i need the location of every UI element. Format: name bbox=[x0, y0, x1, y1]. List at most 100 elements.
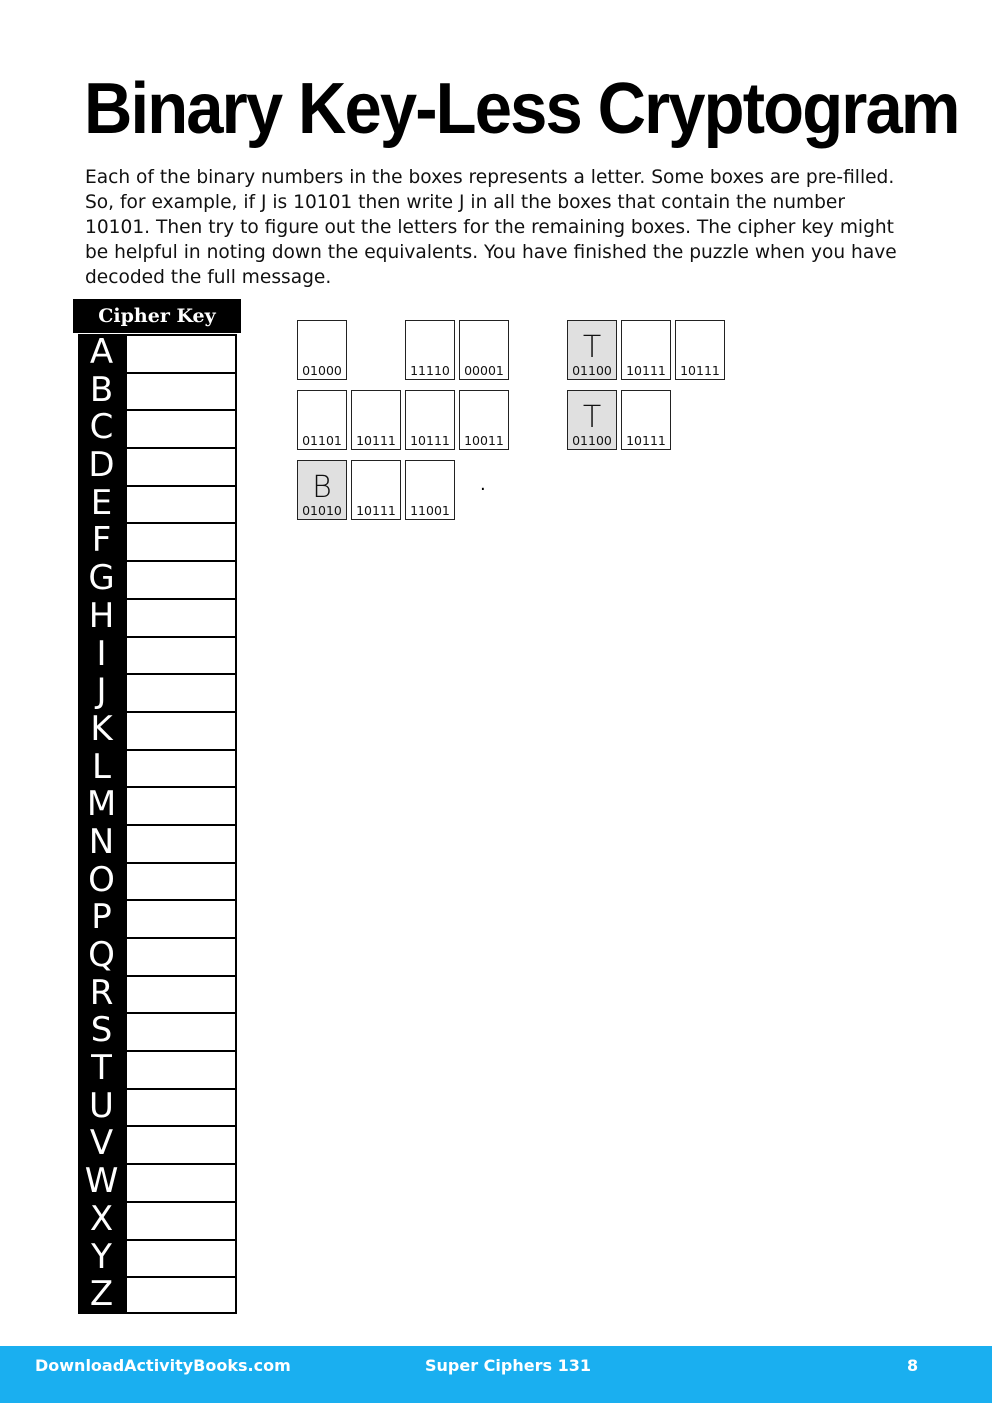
cipher-key-row: I bbox=[78, 635, 237, 674]
puzzle-cell-prefilled: T 01100 bbox=[567, 390, 617, 450]
puzzle-cell[interactable]: 00001 bbox=[459, 320, 509, 380]
puzzle-cell[interactable]: 11001 bbox=[405, 460, 455, 520]
cipher-key-letter: Y bbox=[78, 1238, 125, 1277]
cipher-key-letter: T bbox=[78, 1049, 125, 1088]
cipher-key-letter: V bbox=[78, 1125, 125, 1164]
footer: DownloadActivityBooks.com Super Ciphers … bbox=[0, 1346, 992, 1403]
cipher-key-answer-box[interactable] bbox=[125, 1200, 237, 1239]
puzzle-cell[interactable]: 10111 bbox=[621, 390, 671, 450]
cipher-key-letter: B bbox=[78, 371, 125, 410]
cipher-key-row: X bbox=[78, 1200, 237, 1239]
cipher-key-row: U bbox=[78, 1087, 237, 1126]
cipher-key-answer-box[interactable] bbox=[125, 899, 237, 937]
cipher-key-answer-box[interactable] bbox=[125, 447, 237, 485]
cipher-key-letter: M bbox=[78, 786, 125, 824]
puzzle-cell[interactable]: 10111 bbox=[675, 320, 725, 380]
cipher-key-row: K bbox=[78, 710, 237, 749]
footer-page-number: 8 bbox=[907, 1356, 919, 1375]
cipher-key-letter: H bbox=[78, 597, 125, 636]
cell-letter: T bbox=[582, 330, 602, 365]
cipher-key-answer-box[interactable] bbox=[125, 1087, 237, 1126]
cipher-key-answer-box[interactable] bbox=[125, 522, 237, 561]
cell-binary-code: 01101 bbox=[302, 433, 342, 448]
cell-letter: B bbox=[312, 470, 332, 505]
puzzle-cell-prefilled: T 01100 bbox=[567, 320, 617, 380]
cipher-key-answer-box[interactable] bbox=[125, 1238, 237, 1277]
cipher-key-answer-box[interactable] bbox=[125, 484, 237, 523]
cipher-key-answer-box[interactable] bbox=[125, 409, 237, 448]
cipher-key-answer-box[interactable] bbox=[125, 748, 237, 787]
cipher-key-letter: W bbox=[78, 1162, 125, 1201]
puzzle-cell[interactable]: 10111 bbox=[351, 460, 401, 520]
cipher-key-row: J bbox=[78, 672, 237, 711]
cipher-key-list: ABCDEFGHIJKLMNOPQRSTUVWXYZ bbox=[78, 333, 237, 1314]
cipher-key-letter: P bbox=[78, 899, 125, 937]
cell-binary-code: 10111 bbox=[356, 503, 396, 518]
cipher-key-letter: K bbox=[78, 710, 125, 749]
cipher-key-answer-box[interactable] bbox=[125, 1125, 237, 1164]
footer-book-title: Super Ciphers 131 bbox=[425, 1356, 591, 1375]
cipher-key-answer-box[interactable] bbox=[125, 823, 237, 862]
cipher-key-letter: Q bbox=[78, 936, 125, 975]
cipher-key-row: Y bbox=[78, 1238, 237, 1277]
cell-binary-code: 00001 bbox=[464, 363, 504, 378]
cipher-key-letter: O bbox=[78, 861, 125, 900]
cell-binary-code: 10111 bbox=[626, 363, 666, 378]
cipher-key-row: Q bbox=[78, 936, 237, 975]
cipher-key-row: F bbox=[78, 522, 237, 561]
cipher-key-row: N bbox=[78, 823, 237, 862]
cipher-key-row: D bbox=[78, 446, 237, 485]
cipher-key-answer-box[interactable] bbox=[125, 861, 237, 900]
cell-binary-code: 10111 bbox=[626, 433, 666, 448]
cipher-key-answer-box[interactable] bbox=[125, 786, 237, 824]
cipher-key-answer-box[interactable] bbox=[125, 673, 237, 711]
cipher-key-letter: D bbox=[78, 446, 125, 485]
cipher-key-answer-box[interactable] bbox=[125, 1163, 237, 1201]
cipher-key-answer-box[interactable] bbox=[125, 1012, 237, 1051]
cell-binary-code: 01000 bbox=[302, 363, 342, 378]
cipher-key-row: M bbox=[78, 786, 237, 824]
cell-binary-code: 01010 bbox=[302, 503, 342, 518]
cipher-key-letter: J bbox=[78, 672, 125, 711]
puzzle-cell[interactable]: 11110 bbox=[405, 320, 455, 380]
cipher-key-row: L bbox=[78, 748, 237, 787]
puzzle-cell[interactable]: 01101 bbox=[297, 390, 347, 450]
cell-binary-code: 10111 bbox=[410, 433, 450, 448]
cipher-key-letter: G bbox=[78, 559, 125, 598]
cipher-key-letter: N bbox=[78, 823, 125, 862]
cipher-key-answer-box[interactable] bbox=[125, 635, 237, 674]
punctuation-period: . bbox=[480, 474, 486, 495]
cipher-key-answer-box[interactable] bbox=[125, 1050, 237, 1088]
cipher-key-row: T bbox=[78, 1049, 237, 1088]
puzzle-cell[interactable]: 10111 bbox=[351, 390, 401, 450]
puzzle-cell[interactable]: 10111 bbox=[621, 320, 671, 380]
puzzle-cell-prefilled: B 01010 bbox=[297, 460, 347, 520]
cipher-key-letter: U bbox=[78, 1087, 125, 1126]
cipher-key-letter: R bbox=[78, 974, 125, 1013]
cipher-key-letter: A bbox=[78, 333, 125, 372]
cipher-key-answer-box[interactable] bbox=[125, 974, 237, 1013]
puzzle-cell[interactable]: 10011 bbox=[459, 390, 509, 450]
cipher-key-answer-box[interactable] bbox=[125, 334, 237, 372]
cell-binary-code: 01100 bbox=[572, 363, 612, 378]
cipher-key-answer-box[interactable] bbox=[125, 560, 237, 598]
cipher-key-row: A bbox=[78, 333, 237, 372]
cipher-key-letter: Z bbox=[78, 1275, 125, 1314]
cipher-key-row: S bbox=[78, 1012, 237, 1051]
cipher-key-row: Z bbox=[78, 1275, 237, 1314]
cipher-key-answer-box[interactable] bbox=[125, 1276, 237, 1314]
cipher-key-answer-box[interactable] bbox=[125, 597, 237, 636]
puzzle-cell[interactable]: 10111 bbox=[405, 390, 455, 450]
cipher-key-row: H bbox=[78, 597, 237, 636]
cipher-key-letter: I bbox=[78, 635, 125, 674]
cipher-key-row: W bbox=[78, 1162, 237, 1201]
cipher-key-row: R bbox=[78, 974, 237, 1013]
cipher-key-row: V bbox=[78, 1125, 237, 1164]
cell-letter: T bbox=[582, 400, 602, 435]
cell-binary-code: 10111 bbox=[356, 433, 396, 448]
cipher-key-answer-box[interactable] bbox=[125, 371, 237, 410]
puzzle-cell[interactable]: 01000 bbox=[297, 320, 347, 380]
cipher-key-answer-box[interactable] bbox=[125, 710, 237, 749]
cell-binary-code: 11110 bbox=[410, 363, 450, 378]
cipher-key-answer-box[interactable] bbox=[125, 937, 237, 975]
